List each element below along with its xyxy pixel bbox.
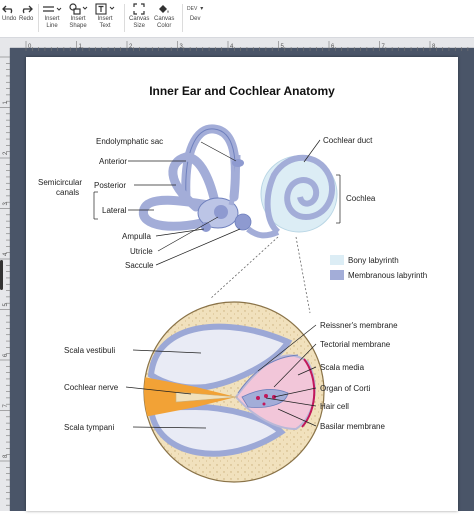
label-ampulla: Ampulla xyxy=(122,232,151,241)
cochlea-shape xyxy=(260,154,338,235)
insert-text-label-2: Text xyxy=(99,23,111,29)
legend-membranous-label: Membranous labyrinth xyxy=(348,271,428,280)
legend-bony-swatch xyxy=(330,255,344,265)
label-scala-tympani: Scala tympani xyxy=(64,423,115,432)
label-organ-of-corti: Organ of Corti xyxy=(320,384,371,393)
zoom-line-right xyxy=(295,236,311,314)
insert-line-button[interactable]: Insert Line xyxy=(42,2,62,30)
label-utricle: Utricle xyxy=(130,247,153,256)
dev-label: Dev xyxy=(189,16,201,22)
text-icon xyxy=(95,2,115,16)
canvas-page[interactable]: Inner Ear and Cochlear Anatomy Endolymph… xyxy=(26,57,458,511)
ruler-top-label: 1 xyxy=(79,44,83,50)
legend-membranous-swatch xyxy=(330,270,344,280)
ruler-top-label: 8 xyxy=(432,44,436,50)
label-cochlear-nerve: Cochlear nerve xyxy=(64,383,119,392)
saccule-shape xyxy=(234,213,252,231)
legend-bony-label: Bony labyrinth xyxy=(348,256,399,265)
label-endolymphatic-sac: Endolymphatic sac xyxy=(96,137,164,146)
label-scala-media: Scala media xyxy=(320,363,365,372)
shape-icon xyxy=(68,2,88,16)
insert-line-label-2: Line xyxy=(46,23,58,29)
ruler-top: 0 1 2 3 4 5 6 7 8 xyxy=(10,38,474,51)
label-scala-vestibuli: Scala vestibuli xyxy=(64,346,116,355)
toolbar-divider xyxy=(182,4,183,32)
insert-shape-label-2: Shape xyxy=(69,23,87,29)
redo-icon xyxy=(19,2,34,16)
label-basilar-membrane: Basilar membrane xyxy=(320,422,385,431)
paint-bucket-icon xyxy=(157,2,171,16)
label-saccule: Saccule xyxy=(125,261,154,270)
dev-button[interactable]: DEV ▾ Dev xyxy=(187,2,203,23)
ruler-top-label: 4 xyxy=(230,44,234,50)
undo-icon xyxy=(2,2,16,16)
insert-text-button[interactable]: Insert Text xyxy=(95,2,115,30)
label-hair-cell: Hair cell xyxy=(320,402,349,411)
label-tectorial-membrane: Tectorial membrane xyxy=(320,340,391,349)
redo-label: Redo xyxy=(19,16,34,22)
ruler-top-label: 3 xyxy=(180,44,184,50)
undo-label: Undo xyxy=(2,16,17,22)
canvas-size-button[interactable]: Canvas Size xyxy=(129,2,149,30)
semicircular-canals-shape xyxy=(139,124,280,239)
toolbar-divider xyxy=(124,4,125,32)
label-anterior: Anterior xyxy=(99,157,128,166)
anatomy-diagram xyxy=(93,124,344,483)
chevron-down-icon: ▾ xyxy=(200,5,204,12)
label-lateral: Lateral xyxy=(102,206,127,215)
insert-shape-button[interactable]: Insert Shape xyxy=(68,2,88,30)
toolbar-divider xyxy=(38,4,39,32)
label-reissners-membrane: Reissner's membrane xyxy=(320,321,398,330)
undo-button[interactable]: Undo xyxy=(2,2,16,23)
canvas-size-label-2: Size xyxy=(133,23,145,29)
ruler-top-label: 2 xyxy=(129,44,133,50)
redo-button[interactable]: Redo xyxy=(19,2,33,23)
label-semicircular-2: canals xyxy=(56,188,80,197)
ruler-top-label: 0 xyxy=(28,44,32,50)
insert-text-label-1: Insert xyxy=(97,16,113,22)
canvas-color-button[interactable]: Canvas Color xyxy=(154,2,174,30)
ruler-top-label: 6 xyxy=(331,44,335,50)
canvas-color-label-1: Canvas xyxy=(154,16,175,22)
canvas-size-label-1: Canvas xyxy=(129,16,150,22)
insert-shape-label-1: Insert xyxy=(70,16,86,22)
label-cochlea: Cochlea xyxy=(346,194,376,203)
resize-icon xyxy=(133,2,145,16)
label-posterior: Posterior xyxy=(94,181,127,190)
zoom-line-left xyxy=(209,236,279,300)
ruler-corner xyxy=(0,38,10,48)
ruler-top-label: 7 xyxy=(382,44,386,50)
utricle-shape xyxy=(214,205,228,219)
canvas-color-label-2: Color xyxy=(157,23,172,29)
dev-dropdown-label: DEV xyxy=(187,5,198,12)
label-cochlear-duct: Cochlear duct xyxy=(323,136,373,145)
line-icon xyxy=(42,2,62,16)
ruler-top-label: 5 xyxy=(281,44,285,50)
insert-line-label-1: Insert xyxy=(44,16,60,22)
scroll-handle[interactable] xyxy=(0,260,3,290)
label-semicircular-1: Semicircular xyxy=(38,178,83,187)
toolbar: Undo Redo Insert Line Insert Shape Inser… xyxy=(0,0,474,38)
